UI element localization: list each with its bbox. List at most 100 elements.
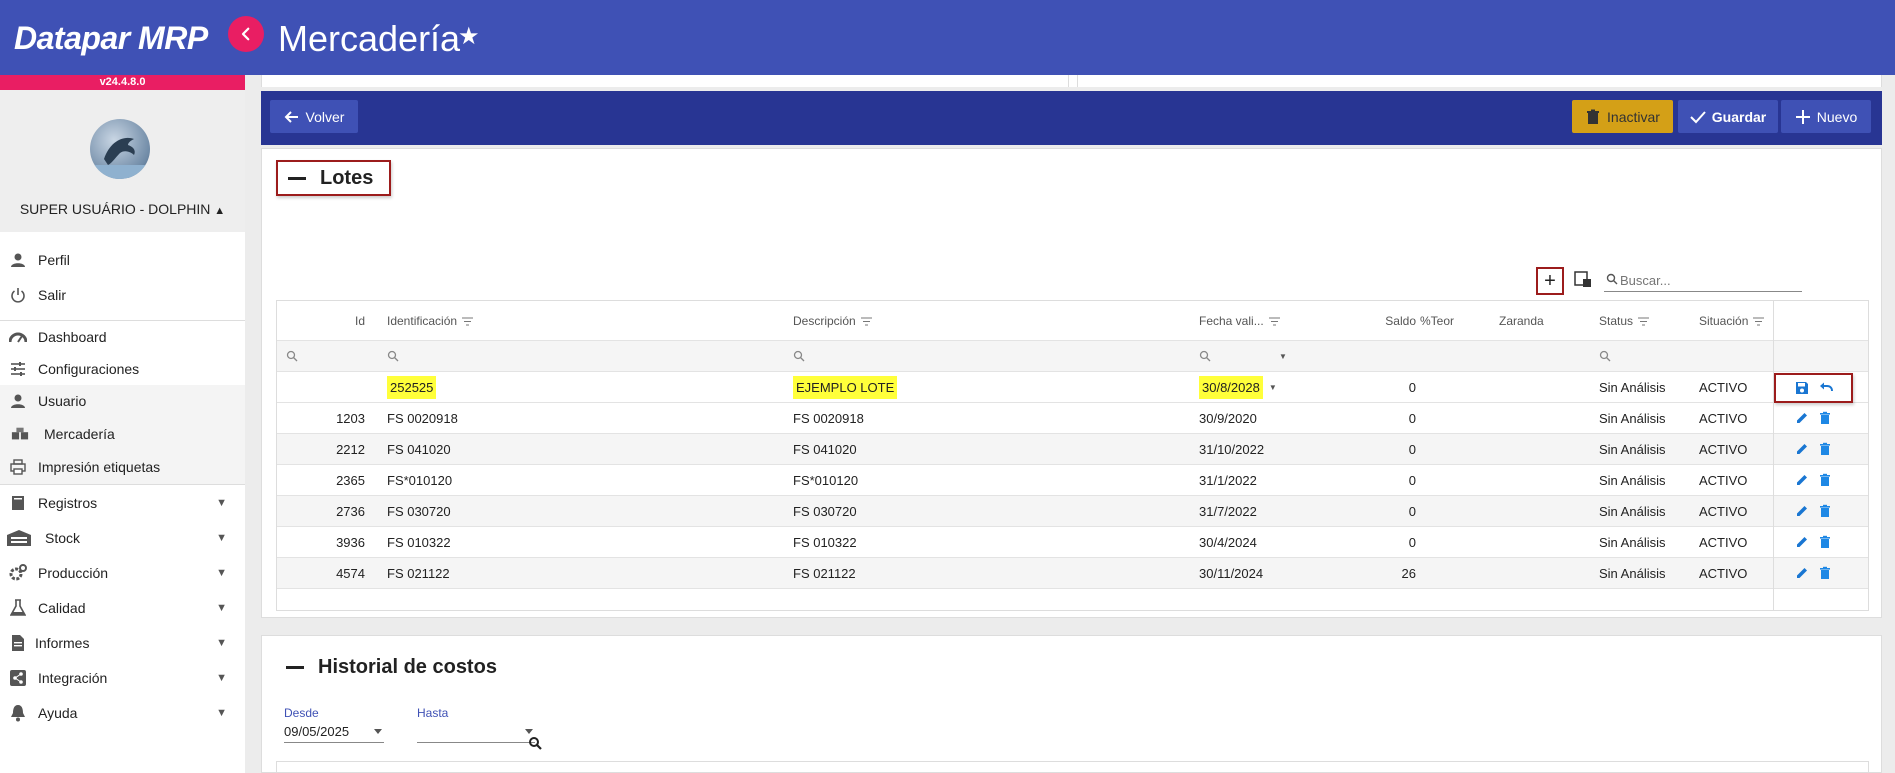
search-icon	[387, 350, 399, 362]
lotes-title: Lotes	[320, 166, 374, 189]
sidebar-item-dashboard[interactable]: Dashboard	[0, 321, 245, 353]
actions-column-divider	[1773, 301, 1774, 610]
sidebar-item-usuario[interactable]: Usuario	[0, 385, 245, 417]
desde-date-field[interactable]: 09/05/2025	[284, 721, 384, 743]
table-row[interactable]: 2212 FS 041020 FS 041020 31/10/2022 0 Sin Aná…	[277, 434, 1868, 465]
trash-icon[interactable]	[1818, 504, 1832, 518]
dropdown-arrow-icon[interactable]: ▼	[1269, 383, 1277, 392]
trash-icon[interactable]	[1818, 473, 1832, 487]
brand-logo[interactable]: Datapar MRP	[14, 20, 208, 57]
column-header-zaranda[interactable]: Zaranda	[1499, 301, 1544, 341]
hasta-date-field[interactable]	[417, 721, 535, 743]
edit-descripcion-input[interactable]: EJEMPLO LOTE	[793, 372, 898, 402]
avatar[interactable]	[90, 119, 150, 179]
check-icon	[1690, 110, 1706, 123]
bell-icon	[9, 704, 27, 722]
sidebar-item-calidad[interactable]: Calidad ▼	[0, 590, 245, 625]
sidebar-item-label: Usuario	[38, 393, 87, 409]
column-header-label: Saldo	[1385, 314, 1416, 328]
person-icon	[9, 392, 27, 410]
column-header-saldo[interactable]: Saldo	[1327, 301, 1416, 341]
table-row[interactable]: 2365 FS*010120 FS*010120 31/1/2022 0 Sin Anál…	[277, 465, 1868, 496]
chevron-down-icon: ▼	[216, 636, 227, 649]
edit-pencil-icon[interactable]	[1795, 411, 1809, 425]
sidebar-item-registros[interactable]: Registros ▼	[0, 485, 245, 520]
trash-icon	[1587, 109, 1600, 124]
sidebar-item-salir[interactable]: Salir	[0, 277, 245, 312]
filter-cell-identificacion[interactable]	[387, 341, 399, 371]
column-header-descripcion[interactable]: Descripción	[793, 301, 872, 341]
trash-icon[interactable]	[1818, 411, 1832, 425]
edit-pencil-icon[interactable]	[1795, 473, 1809, 487]
sidebar-item-label: Configuraciones	[38, 361, 140, 377]
table-row[interactable]: 4574 FS 021122 FS 021122 30/11/2024 26 Sin An…	[277, 558, 1868, 589]
edit-pencil-icon[interactable]	[1795, 566, 1809, 580]
column-header-teor[interactable]: %Teor	[1420, 301, 1454, 341]
column-header-id[interactable]: Id	[277, 301, 365, 341]
sidebar-item-label: Informes	[35, 634, 90, 651]
printer-icon	[9, 458, 27, 476]
search-icon	[1606, 273, 1618, 285]
new-button[interactable]: Nuevo	[1781, 100, 1871, 133]
favorite-star-icon[interactable]: ★	[458, 22, 480, 51]
sidebar-item-impresion-etiquetas[interactable]: Impresión etiquetas	[0, 450, 245, 484]
filter-cell-id[interactable]	[286, 341, 298, 371]
inactivate-button[interactable]: Inactivar	[1572, 100, 1673, 133]
sidebar-item-label: Dashboard	[38, 329, 107, 345]
sidebar-item-perfil[interactable]: Perfil	[0, 242, 245, 277]
row-edit-actions	[1774, 373, 1853, 403]
table-row[interactable]: 3936 FS 010322 FS 010322 30/4/2024 0 Sin Anál…	[277, 527, 1868, 558]
sidebar-item-ayuda[interactable]: Ayuda ▼	[0, 695, 245, 730]
back-button[interactable]: Volver	[270, 100, 358, 133]
add-row-button[interactable]: +	[1536, 267, 1564, 295]
user-name-toggle[interactable]: SUPER USUÁRIO - DOLPHIN ▲	[0, 201, 245, 217]
filter-icon[interactable]	[1268, 317, 1280, 326]
column-chooser-icon[interactable]	[1574, 270, 1594, 290]
sidebar-item-mercaderia[interactable]: Mercadería	[0, 417, 245, 450]
sidebar-item-integracion[interactable]: Integración ▼	[0, 660, 245, 695]
sidebar-item-informes[interactable]: Informes ▼	[0, 625, 245, 660]
undo-icon[interactable]	[1819, 381, 1833, 395]
book-icon	[9, 494, 27, 512]
edit-pencil-icon[interactable]	[1795, 442, 1809, 456]
trash-icon[interactable]	[1818, 566, 1832, 580]
column-header-situacion[interactable]: Situación	[1699, 301, 1765, 341]
filter-cell-fecha[interactable]: ▼	[1199, 341, 1289, 371]
filter-icon[interactable]	[1753, 317, 1765, 326]
cell-identificacion: FS*010120	[387, 472, 453, 488]
cell-descripcion: FS 030720	[793, 503, 857, 519]
filter-cell-descripcion[interactable]	[793, 341, 805, 371]
edit-pencil-icon[interactable]	[1795, 504, 1809, 518]
historial-card: Historial de costos Desde 09/05/2025 Has…	[261, 635, 1882, 773]
cell-situacion: ACTIVO	[1699, 379, 1748, 395]
search-input[interactable]	[1620, 270, 1800, 290]
filter-cell-status[interactable]	[1599, 341, 1611, 371]
edit-fecha-input[interactable]: 30/8/2028 ▼	[1199, 372, 1277, 402]
cell-situacion: ACTIVO	[1699, 565, 1748, 581]
filter-icon[interactable]	[1638, 317, 1650, 326]
column-header-label: Descripción	[793, 314, 856, 328]
filter-icon[interactable]	[462, 317, 474, 326]
table-row[interactable]: 1203 FS 0020918 FS 0020918 30/9/2020 0 Sin An…	[277, 403, 1868, 434]
column-header-identificacion[interactable]: Identificación	[387, 301, 474, 341]
edit-identificacion-input[interactable]: 252525	[387, 372, 437, 402]
trash-icon[interactable]	[1818, 442, 1832, 456]
table-row[interactable]: 2736 FS 030720 FS 030720 31/7/2022 0 Sin Anál…	[277, 496, 1868, 527]
search-icon[interactable]	[528, 736, 542, 750]
column-header-status[interactable]: Status	[1599, 301, 1650, 341]
sidebar-item-produccion[interactable]: Producción ▼	[0, 555, 245, 590]
column-header-fecha[interactable]: Fecha vali...	[1199, 301, 1280, 341]
trash-icon[interactable]	[1818, 535, 1832, 549]
filter-icon[interactable]	[860, 317, 872, 326]
column-header-label: Zaranda	[1499, 314, 1544, 328]
table-row-editing[interactable]: 252525 EJEMPLO LOTE 30/8/2028 ▼ 0 Sin Aná…	[277, 372, 1868, 403]
sidebar-item-stock[interactable]: Stock ▼	[0, 520, 245, 555]
collapse-sidebar-button[interactable]	[228, 16, 264, 52]
historial-section-toggle[interactable]: Historial de costos	[286, 656, 497, 679]
save-icon[interactable]	[1795, 381, 1809, 395]
sidebar-item-configuraciones[interactable]: Configuraciones	[0, 353, 245, 385]
lotes-section-toggle[interactable]: Lotes	[276, 160, 391, 196]
save-button[interactable]: Guardar	[1678, 100, 1778, 133]
historial-grid	[276, 761, 1869, 773]
edit-pencil-icon[interactable]	[1795, 535, 1809, 549]
